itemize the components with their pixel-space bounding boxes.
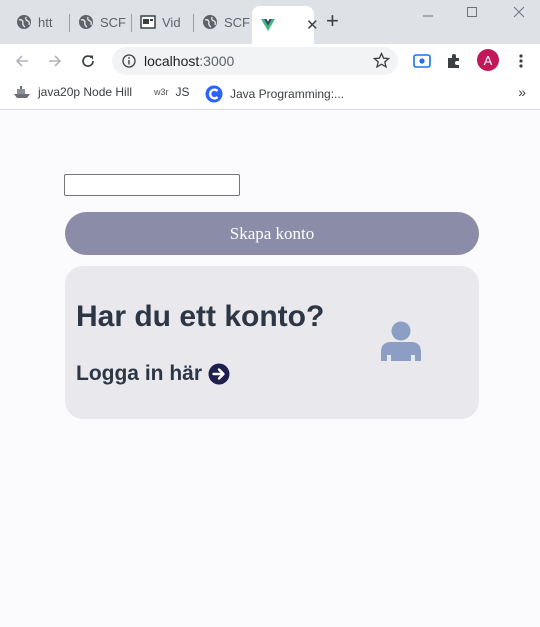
forward-button[interactable] [44, 50, 66, 72]
bookmark-label: Java Programming:... [230, 87, 345, 101]
globe-icon [79, 15, 93, 29]
url-port: :3000 [199, 53, 235, 69]
screen-record-icon [413, 54, 431, 68]
browser-tab-active[interactable]: ✕ [252, 6, 319, 44]
tab-title: htt [38, 14, 53, 30]
tab-title: SCF [100, 14, 126, 30]
bookmark-item[interactable]: java20p Node Hill [13, 85, 132, 99]
browser-tab[interactable]: SCF [194, 6, 252, 38]
close-tab-icon[interactable]: ✕ [306, 16, 319, 34]
bookmark-label: java20p Node Hill [38, 85, 133, 99]
browser-menu-button[interactable] [511, 51, 531, 71]
maximize-icon[interactable] [466, 6, 478, 18]
extensions-button[interactable] [444, 51, 464, 71]
back-button[interactable] [11, 50, 33, 72]
browser-tab[interactable]: SCF [70, 6, 132, 38]
tab-title: SCF [224, 14, 250, 30]
arrow-circle-right-icon [208, 363, 230, 385]
page-content: Skapa konto Har du ett konto? Logga in h… [0, 111, 540, 627]
bookmark-item[interactable]: Java Programming:... [205, 85, 344, 103]
bookmarks-overflow-button[interactable]: » [518, 84, 526, 100]
login-link[interactable]: Logga in här [76, 362, 230, 386]
close-window-icon[interactable] [513, 6, 525, 18]
star-icon[interactable] [373, 52, 390, 69]
reload-button[interactable] [77, 50, 99, 72]
bookmark-item[interactable]: w3r JS [154, 85, 190, 99]
bookmark-label: JS [175, 85, 190, 99]
address-bar[interactable]: localhost:3000 [112, 47, 398, 75]
tab-title: Vid [162, 14, 181, 30]
puzzle-icon [448, 54, 459, 68]
info-icon[interactable] [122, 54, 136, 68]
browser-toolbar: localhost:3000 A [0, 44, 540, 78]
bookmarks-bar: java20p Node Hill w3r JS Java Programmin… [0, 78, 540, 110]
url-text: localhost:3000 [144, 53, 234, 69]
globe-icon [17, 15, 31, 29]
browser-tabstrip: htt SCF Vid SCF ✕ + [0, 0, 540, 44]
ship-icon [14, 86, 30, 98]
browser-tab[interactable]: Vid [132, 6, 194, 38]
new-tab-button[interactable]: + [326, 9, 339, 33]
username-input[interactable] [64, 174, 240, 196]
minimize-icon[interactable] [422, 10, 434, 22]
reload-icon [82, 55, 94, 67]
browser-tab[interactable]: htt [8, 6, 70, 38]
card-title: Har du ett konto? [76, 300, 325, 333]
login-card: Har du ett konto? Logga in här [65, 266, 479, 419]
profile-avatar[interactable]: A [477, 49, 499, 71]
user-icon [381, 321, 421, 361]
cast-extension-button[interactable] [412, 51, 432, 71]
video-icon [140, 15, 156, 29]
login-link-label: Logga in här [76, 362, 202, 385]
url-host: localhost [144, 53, 200, 69]
vue-icon [261, 19, 275, 31]
c-logo-icon [205, 85, 223, 103]
w3r-icon: w3r [154, 87, 169, 97]
arrow-left-icon [15, 55, 28, 67]
kebab-menu-icon [519, 54, 523, 68]
globe-icon [203, 15, 217, 29]
create-account-button[interactable]: Skapa konto [65, 212, 479, 255]
arrow-right-icon [49, 55, 62, 67]
